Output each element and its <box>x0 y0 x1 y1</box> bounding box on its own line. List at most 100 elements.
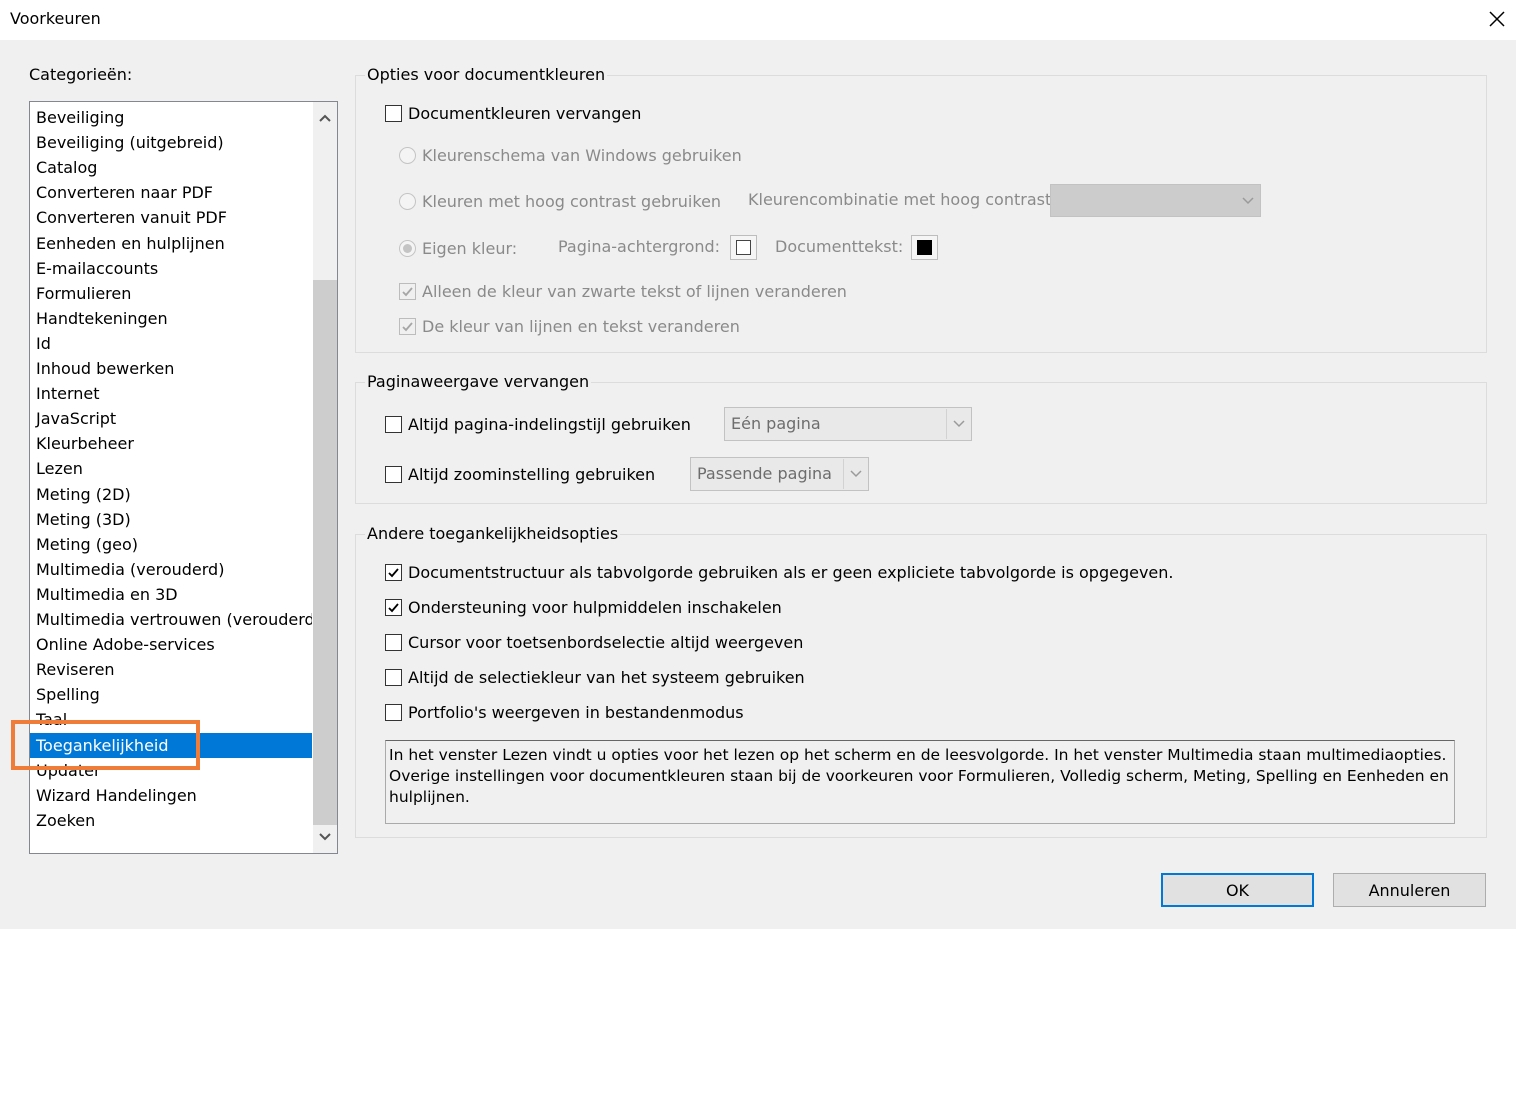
category-item[interactable]: Spelling <box>30 682 312 707</box>
scroll-thumb[interactable] <box>313 280 337 825</box>
close-icon <box>1489 11 1505 27</box>
page-bg-label: Pagina-achtergrond: <box>558 237 721 256</box>
category-item[interactable]: Inhoud bewerken <box>30 356 312 381</box>
category-item[interactable]: Kleurbeheer <box>30 431 312 456</box>
info-text-box: In het venster Lezen vindt u opties voor… <box>385 740 1455 824</box>
option-label: Portfolio's weergeven in bestandenmodus <box>408 702 744 722</box>
category-item[interactable]: Eenheden en hulplijnen <box>30 231 312 256</box>
ok-button-label: OK <box>1225 880 1250 900</box>
category-item[interactable]: Lezen <box>30 456 312 481</box>
info-text: In het venster Lezen vindt u opties voor… <box>389 746 1449 806</box>
category-item[interactable]: Multimedia en 3D <box>30 582 312 607</box>
doc-text-color <box>917 240 932 255</box>
category-item[interactable]: Multimedia vertrouwen (verouderd) <box>30 607 312 632</box>
doc-text-swatch <box>911 235 938 260</box>
category-item[interactable]: Internet <box>30 381 312 406</box>
checkmark-icon <box>388 567 399 577</box>
category-item[interactable]: Handtekeningen <box>30 306 312 331</box>
category-item[interactable]: Multimedia (verouderd) <box>30 557 312 582</box>
category-item[interactable]: Beveiliging <box>30 105 312 130</box>
zoom-combo[interactable]: Passende pagina <box>690 457 869 491</box>
accessibility-option[interactable]: Cursor voor toetsenbordselectie altijd w… <box>385 631 803 653</box>
window-title: Voorkeuren <box>10 9 101 28</box>
category-item[interactable]: JavaScript <box>30 406 312 431</box>
ok-button[interactable]: OK <box>1161 873 1314 907</box>
only-black-label: Alleen de kleur van zwarte tekst of lijn… <box>422 281 847 301</box>
option-checkbox[interactable] <box>385 633 402 651</box>
categories-label: Categorieën: <box>29 65 133 84</box>
replace-colors-option[interactable]: Documentkleuren vervangen <box>385 102 641 124</box>
windows-scheme-option: Kleurenschema van Windows gebruiken <box>399 144 742 166</box>
option-label: Altijd de selectiekleur van het systeem … <box>408 667 805 687</box>
chevron-down-icon <box>319 833 331 841</box>
layout-combo[interactable]: Eén pagina <box>724 407 972 441</box>
category-item[interactable]: Converteren naar PDF <box>30 180 312 205</box>
high-contrast-combo-arrow <box>1236 186 1260 215</box>
category-item[interactable]: Formulieren <box>30 281 312 306</box>
accessibility-option[interactable]: Ondersteuning voor hulpmiddelen inschake… <box>385 596 782 618</box>
list-scrollbar[interactable] <box>313 102 337 853</box>
layout-combo-arrow[interactable] <box>946 409 970 439</box>
custom-color-label: Eigen kleur: <box>422 238 518 258</box>
replace-colors-label: Documentkleuren vervangen <box>408 103 642 123</box>
scroll-up-button[interactable] <box>313 106 337 130</box>
page-bg-color <box>736 240 751 255</box>
high-contrast-radio <box>399 192 416 210</box>
category-item[interactable]: Beveiliging (uitgebreid) <box>30 130 312 155</box>
accessibility-option[interactable]: Portfolio's weergeven in bestandenmodus <box>385 701 744 723</box>
layout-combo-value: Eén pagina <box>731 414 821 433</box>
accessibility-option[interactable]: Documentstructuur als tabvolgorde gebrui… <box>385 561 1174 583</box>
replace-colors-checkbox[interactable] <box>385 104 402 122</box>
lines-text-option: De kleur van lijnen en tekst veranderen <box>399 315 740 337</box>
zoom-checkbox[interactable] <box>385 465 402 483</box>
category-item[interactable]: Catalog <box>30 155 312 180</box>
category-item[interactable]: Zoeken <box>30 808 312 833</box>
zoom-combo-arrow[interactable] <box>843 459 867 489</box>
checkmark-icon <box>402 321 413 331</box>
only-black-option: Alleen de kleur van zwarte tekst of lijn… <box>399 280 847 302</box>
scroll-down-button[interactable] <box>313 825 337 849</box>
option-checkbox[interactable] <box>385 668 402 686</box>
chevron-down-icon <box>849 470 862 478</box>
selection-highlight-annotation <box>11 720 200 770</box>
radio-dot <box>403 243 412 253</box>
chevron-up-icon <box>319 114 331 122</box>
title-bar: Voorkeuren <box>0 0 1520 40</box>
cancel-button-label: Annuleren <box>1368 880 1451 900</box>
option-checkbox[interactable] <box>385 563 402 581</box>
page-display-group <box>355 382 1487 504</box>
option-checkbox[interactable] <box>385 598 402 616</box>
category-item[interactable]: Id <box>30 331 312 356</box>
page-display-title: Paginaweergave vervangen <box>365 372 592 391</box>
accessibility-option[interactable]: Altijd de selectiekleur van het systeem … <box>385 666 805 688</box>
option-checkbox[interactable] <box>385 703 402 721</box>
doc-colors-title: Opties voor documentkleuren <box>365 65 608 84</box>
zoom-option[interactable]: Altijd zoominstelling gebruiken <box>385 463 655 485</box>
option-label: Documentstructuur als tabvolgorde gebrui… <box>408 562 1174 582</box>
checkmark-icon <box>402 286 413 296</box>
category-item[interactable]: Meting (2D) <box>30 482 312 507</box>
only-black-checkbox <box>399 282 416 300</box>
windows-scheme-label: Kleurenschema van Windows gebruiken <box>422 145 742 165</box>
chevron-down-icon <box>952 420 965 428</box>
category-item[interactable]: Meting (3D) <box>30 507 312 532</box>
category-item[interactable]: Reviseren <box>30 657 312 682</box>
category-item[interactable]: Wizard Handelingen <box>30 783 312 808</box>
high-contrast-option: Kleuren met hoog contrast gebruiken <box>399 190 721 212</box>
close-button[interactable] <box>1478 2 1516 36</box>
category-item[interactable]: Meting (geo) <box>30 532 312 557</box>
layout-label: Altijd pagina-indelingstijl gebruiken <box>408 414 691 434</box>
cancel-button[interactable]: Annuleren <box>1333 873 1486 907</box>
category-item[interactable]: Online Adobe-services <box>30 632 312 657</box>
layout-option[interactable]: Altijd pagina-indelingstijl gebruiken <box>385 413 691 435</box>
option-label: Ondersteuning voor hulpmiddelen inschake… <box>408 597 782 617</box>
doc-text-label: Documenttekst: <box>775 237 904 256</box>
high-contrast-combo-label: Kleurencombinatie met hoog contrast: <box>748 190 1057 209</box>
custom-color-option: Eigen kleur: <box>399 237 517 259</box>
custom-color-radio <box>399 239 416 257</box>
lines-text-checkbox <box>399 317 416 335</box>
category-item[interactable]: Converteren vanuit PDF <box>30 205 312 230</box>
layout-checkbox[interactable] <box>385 415 402 433</box>
category-item[interactable]: E-mailaccounts <box>30 256 312 281</box>
zoom-label: Altijd zoominstelling gebruiken <box>408 464 656 484</box>
